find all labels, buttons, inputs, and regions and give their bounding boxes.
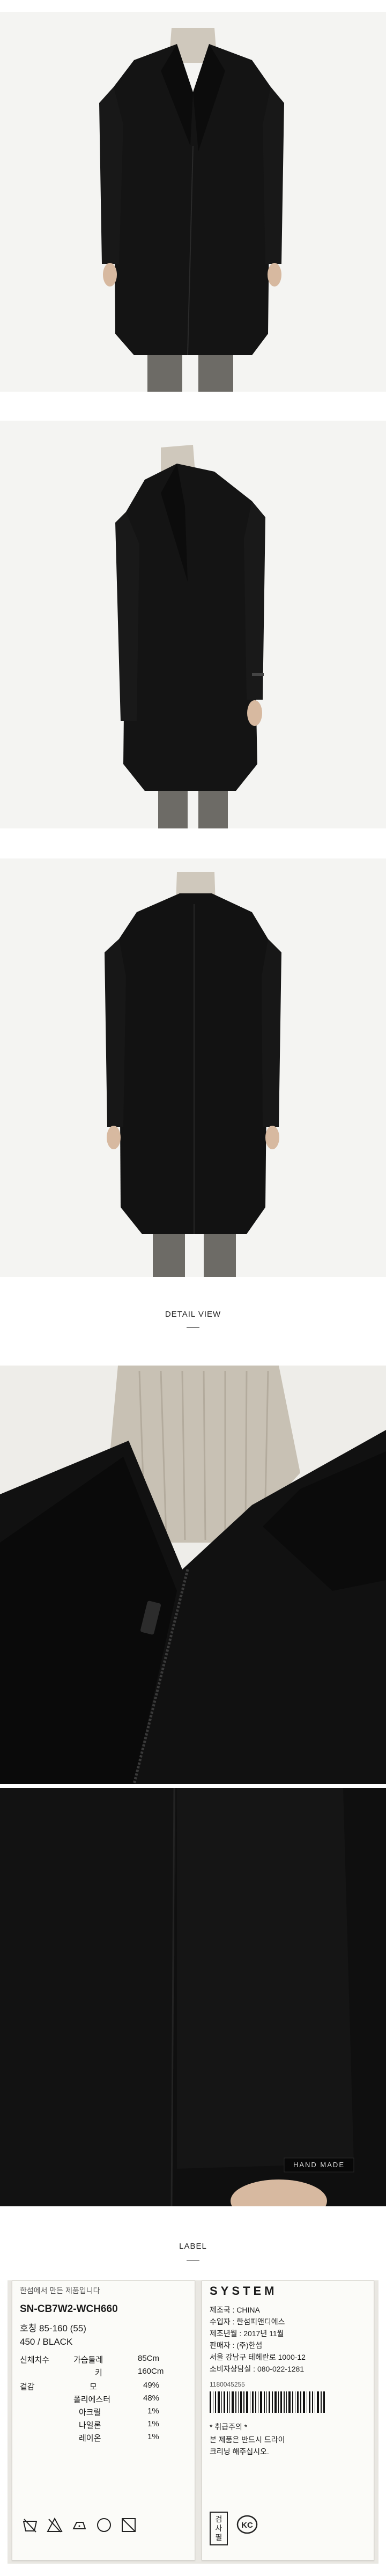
care-line: 본 제품은 반드시 드라이 [210, 2435, 285, 2444]
bleach-icon [47, 2517, 63, 2533]
measure-name: 가슴둘레 [73, 2355, 103, 2365]
sleeve-tag-detail-photo [0, 1788, 386, 2206]
measure-title: 신체치수 [20, 2355, 50, 2365]
composition-tag: 한섬에서 만든 제품입니다 SN-CB7W2-WCH660 호칭 85-160 … [12, 2280, 195, 2560]
model-back-photo [0, 858, 386, 1277]
label-photo: 한섬에서 만든 제품입니다 SN-CB7W2-WCH660 호칭 85-160 … [8, 2280, 378, 2564]
material-name: 레이온 [79, 2434, 101, 2443]
made-date-line: 제조년월 : 2017년 11월 [210, 2329, 284, 2338]
tumble-dry-icon [122, 2518, 136, 2532]
model-front-photo [0, 12, 386, 392]
barcode-icon [210, 2391, 325, 2413]
kc-mark-text: KC [241, 2521, 253, 2530]
phone-line: 소비자상담실 : 080-022-1281 [210, 2365, 305, 2373]
inspection-mark: 검사필 [210, 2512, 228, 2545]
collar-zipper-detail-photo [0, 1366, 386, 1784]
material-name: 모 [90, 2382, 97, 2391]
detail-view-divider [187, 1327, 199, 1328]
kc-certification-icon: KC [236, 2515, 258, 2534]
address-line: 서울 강남구 테헤란로 1000-12 [210, 2353, 306, 2361]
material-value: 1% [147, 2406, 159, 2416]
seller-line: 판매자 : (주)한섬 [210, 2341, 263, 2350]
material-value: 1% [147, 2419, 159, 2428]
back-photo-frame [0, 858, 386, 1277]
origin-tag: SYSTEM 제조국 : CHINA 수입자 : 한섬피앤디에스 제조년월 : … [202, 2280, 374, 2560]
material-title: 겉감 [20, 2382, 35, 2391]
collar-detail-frame [0, 1366, 386, 1784]
side-photo-frame [0, 421, 386, 828]
label-title: LABEL [179, 2242, 207, 2251]
material-value: 49% [143, 2381, 160, 2390]
detail-view-title: DETAIL VIEW [165, 1310, 221, 1319]
model-side-photo [0, 421, 386, 828]
wash-icon [23, 2519, 38, 2533]
tag-header: 한섬에서 만든 제품입니다 [20, 2286, 100, 2295]
label-divider [187, 2260, 199, 2261]
front-photo-frame [0, 12, 386, 392]
brand-name: SYSTEM [210, 2284, 278, 2298]
sleeve-tag-text: HAND MADE [293, 2161, 345, 2169]
importer-line: 수입자 : 한섬피앤디에스 [210, 2317, 285, 2326]
sleeve-detail-frame: HAND MADE [0, 1788, 386, 2206]
material-value: 48% [143, 2394, 160, 2403]
iron-icon [72, 2522, 86, 2529]
care-title: * 취급주의 * [210, 2423, 248, 2431]
care-line: 크리닝 해주십시오. [210, 2447, 269, 2456]
material-name: 폴리에스터 [73, 2395, 111, 2404]
size-line: 호칭 85-160 (55) [20, 2323, 86, 2333]
measure-value: 160Cm [138, 2367, 164, 2376]
barcode-number: 1180045255 [210, 2381, 245, 2388]
style-code: SN-CB7W2-WCH660 [20, 2303, 118, 2315]
dry-clean-icon [97, 2518, 111, 2532]
origin-line: 제조국 : CHINA [210, 2306, 260, 2314]
material-name: 아크릴 [79, 2408, 101, 2417]
measure-value: 85Cm [138, 2354, 160, 2363]
measure-name: 키 [95, 2368, 102, 2377]
color-line: 450 / BLACK [20, 2337, 73, 2347]
material-name: 나일론 [79, 2421, 101, 2430]
material-value: 1% [147, 2432, 159, 2441]
